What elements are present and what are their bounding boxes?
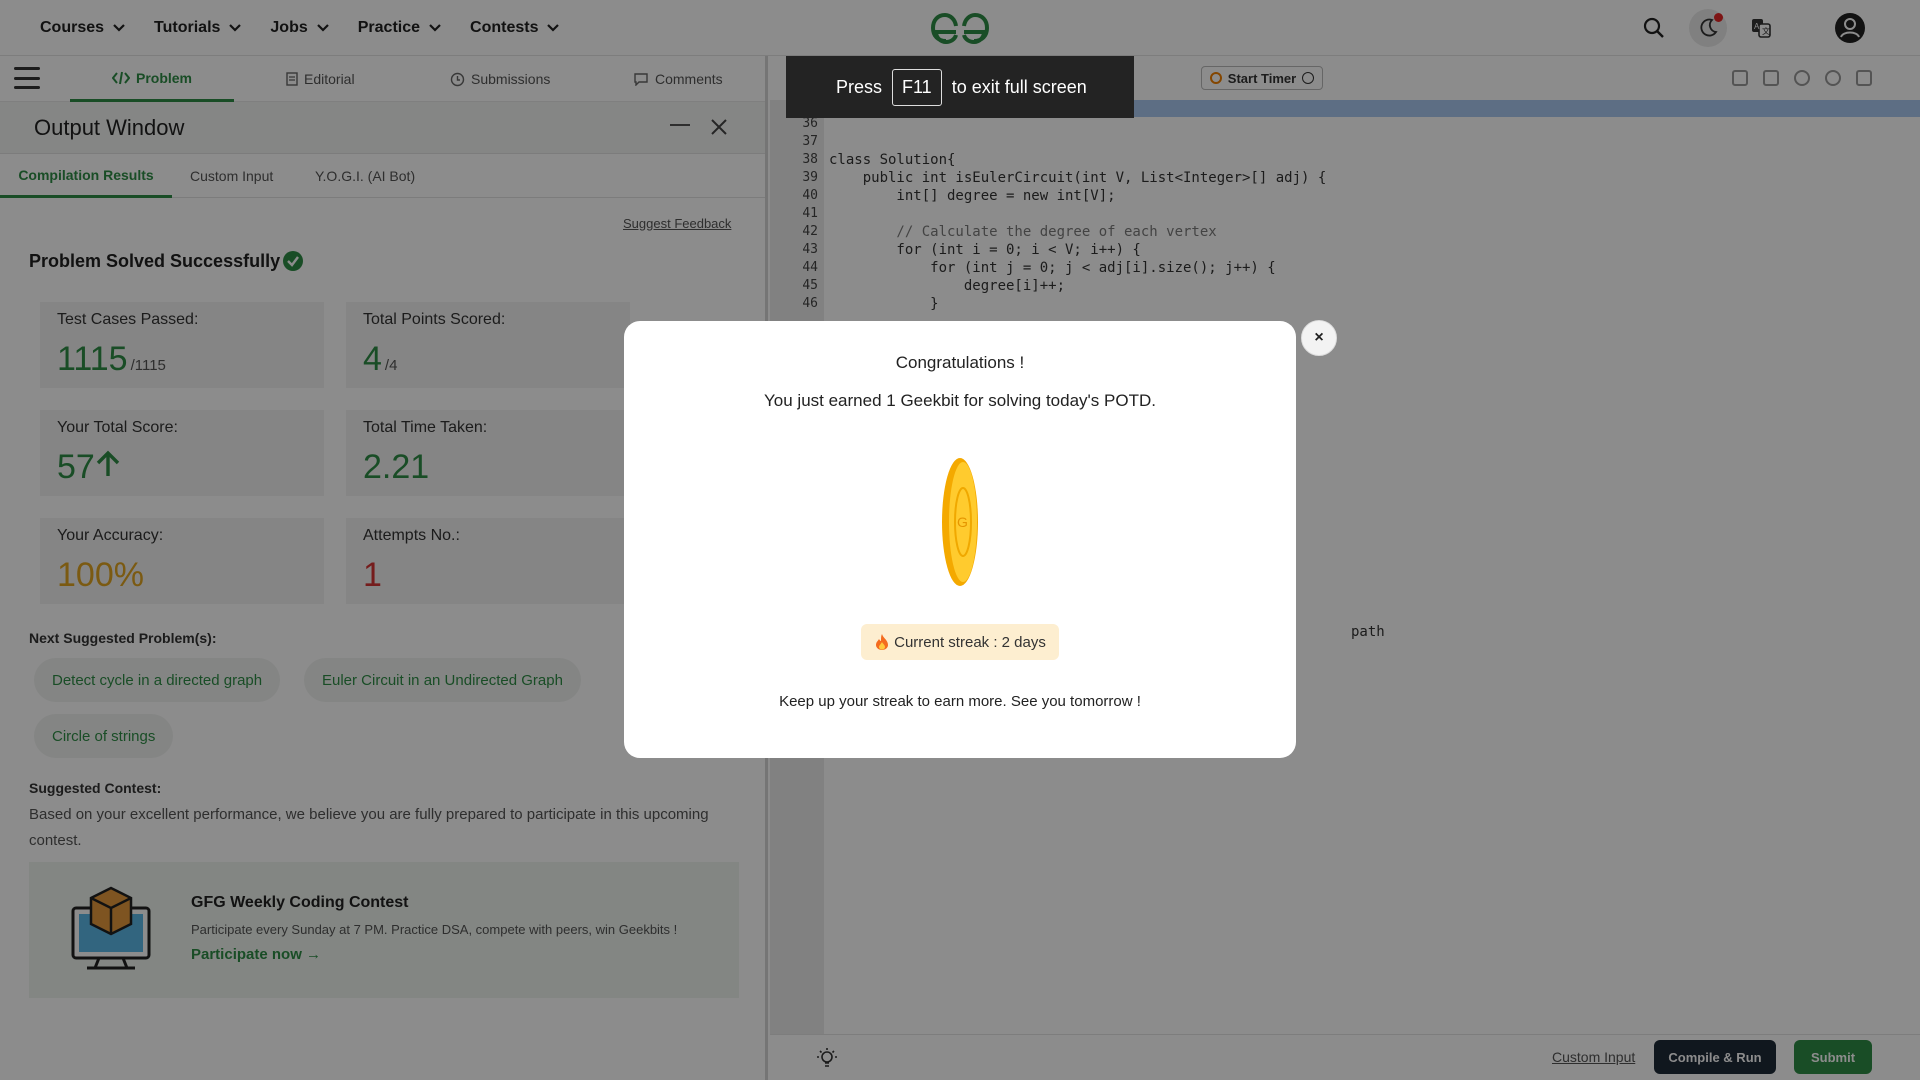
streak-badge: Current streak : 2 days — [861, 624, 1059, 660]
streak-text: Current streak : 2 days — [894, 633, 1046, 651]
fullscreen-toast: Press F11 to exit full screen — [786, 56, 1134, 118]
svg-text:G: G — [957, 514, 968, 530]
fire-icon — [876, 634, 889, 650]
f11-key: F11 — [892, 68, 942, 106]
geekbit-coin-icon: G — [942, 458, 978, 586]
keep-up-message: Keep up your streak to earn more. See yo… — [779, 693, 1141, 710]
geekbit-modal: Congratulations ! You just earned 1 Geek… — [624, 321, 1296, 758]
congrats-heading: Congratulations ! — [895, 353, 1025, 372]
toast-press-text: Press — [836, 76, 883, 97]
toast-rest-text: to exit full screen — [951, 76, 1087, 97]
earned-message: You just earned 1 Geekbit for solving to… — [764, 391, 1156, 410]
modal-close-button[interactable]: × — [1301, 320, 1337, 356]
